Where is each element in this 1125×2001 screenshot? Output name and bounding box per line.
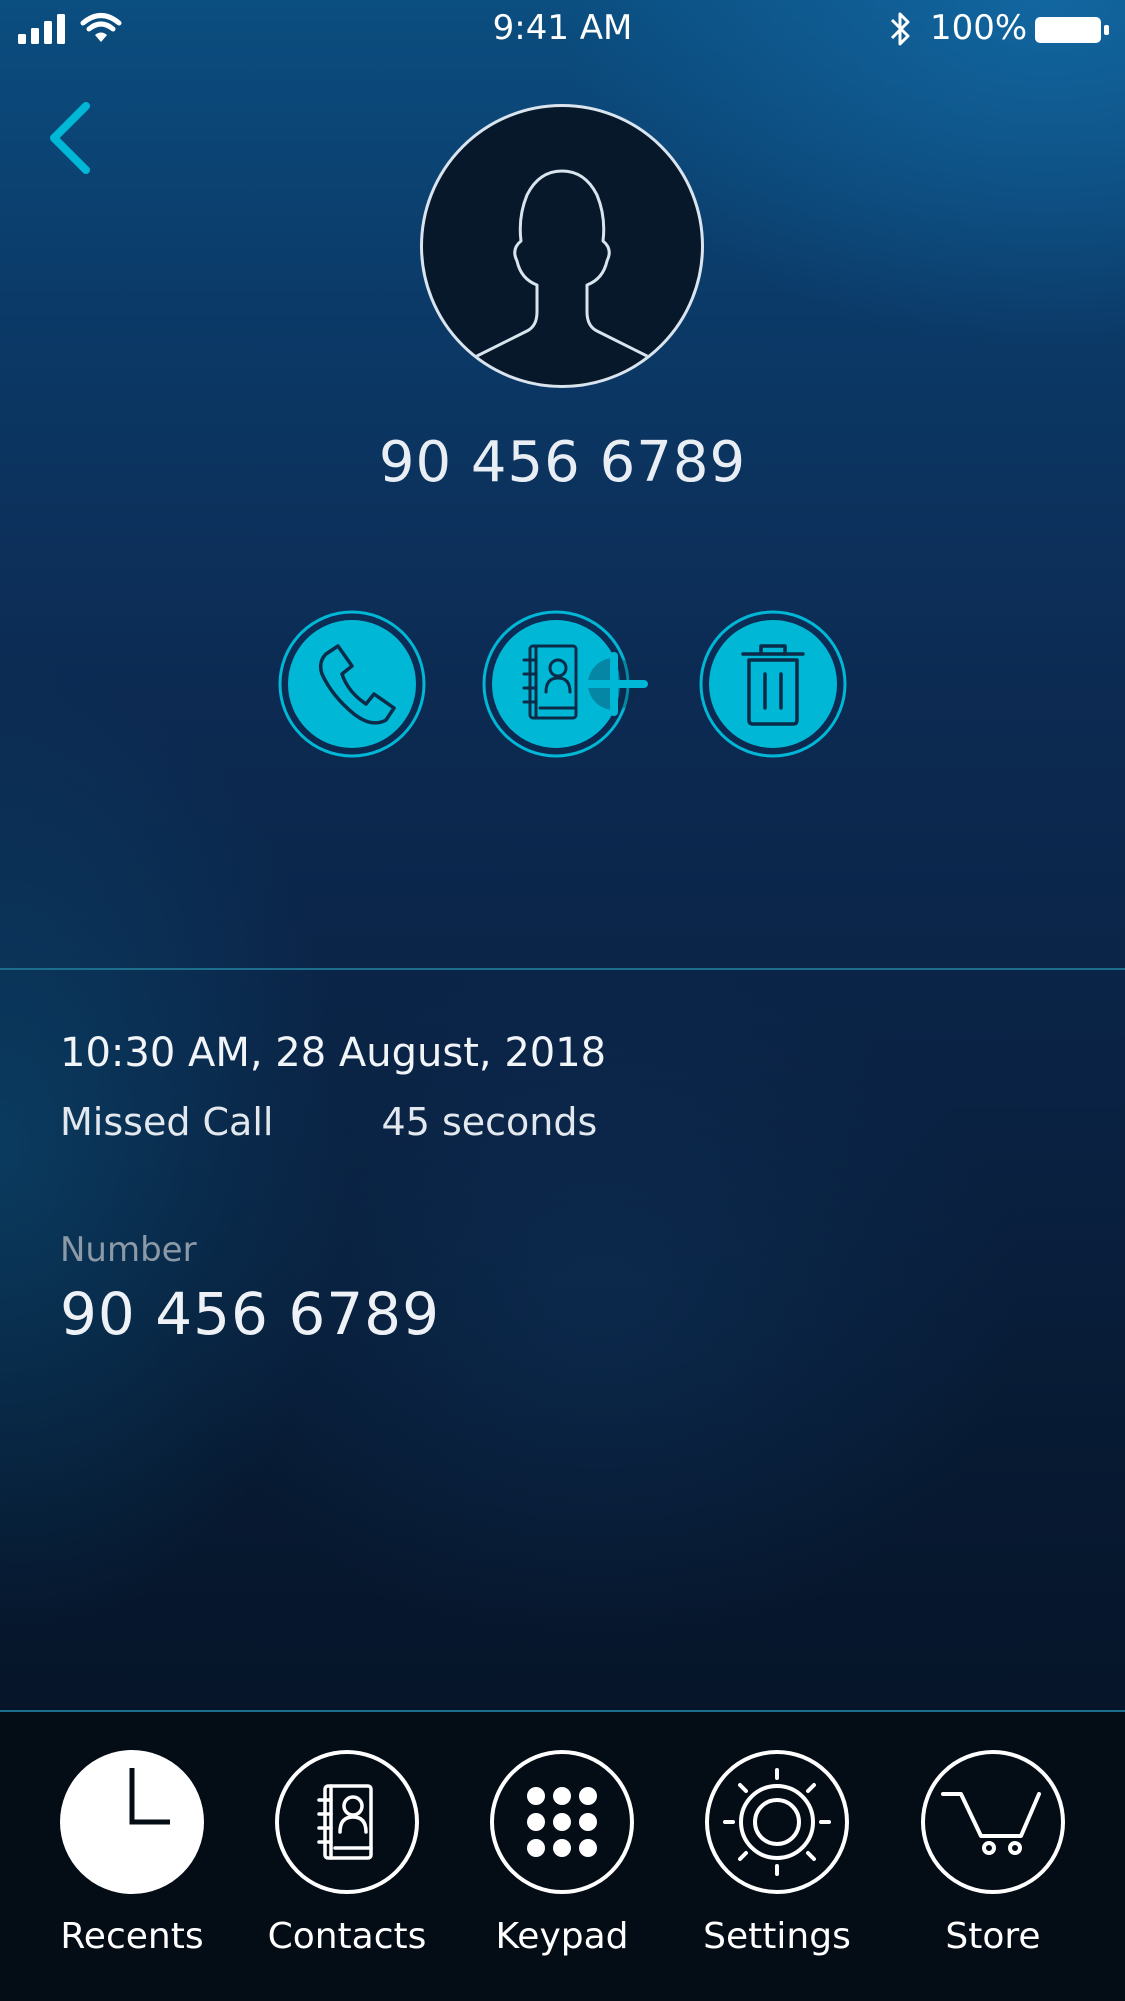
tab-label: Recents: [60, 1916, 204, 1957]
header-phone-number: 90 456 6789: [378, 430, 747, 495]
number-label: Number: [60, 1230, 197, 1270]
tab-store[interactable]: Store: [908, 1748, 1078, 1957]
call-duration: 45 seconds: [381, 1100, 598, 1144]
call-type: Missed Call: [60, 1100, 274, 1144]
tab-label: Store: [945, 1916, 1041, 1957]
number-value[interactable]: 90 456 6789: [60, 1280, 440, 1348]
tab-label: Settings: [703, 1916, 851, 1957]
cart-icon: [921, 1750, 1065, 1894]
keypad-icon: [490, 1750, 634, 1894]
avatar: [420, 104, 704, 388]
back-chevron-icon[interactable]: [44, 100, 104, 176]
battery-icon: [1035, 17, 1109, 43]
tab-label: Keypad: [495, 1916, 629, 1957]
bluetooth-icon: [890, 12, 910, 46]
call-button[interactable]: [276, 608, 428, 760]
call-datetime: 10:30 AM, 28 August, 2018: [60, 1030, 607, 1076]
call-info-row: Missed Call 45 seconds: [60, 1100, 1060, 1144]
section-divider: [0, 968, 1125, 970]
battery-percent: 100%: [930, 8, 1028, 48]
call-details: 10:30 AM, 28 August, 2018 Missed Call 45…: [60, 1030, 1060, 1348]
tab-keypad[interactable]: Keypad: [477, 1748, 647, 1957]
add-to-contacts-button[interactable]: [480, 608, 680, 760]
tab-contacts[interactable]: Contacts: [262, 1748, 432, 1957]
gear-icon: [705, 1750, 849, 1894]
clock-icon: [60, 1750, 204, 1894]
contacts-icon: [275, 1750, 419, 1894]
status-bar: 9:41 AM 100%: [0, 0, 1125, 58]
tab-settings[interactable]: Settings: [692, 1748, 862, 1957]
tab-bar: Recents Contacts Keypad Settings Store: [0, 1712, 1125, 2001]
tab-label: Contacts: [267, 1916, 427, 1957]
tab-recents[interactable]: Recents: [47, 1748, 217, 1957]
person-silhouette-icon: [470, 169, 654, 361]
delete-button[interactable]: [697, 608, 849, 760]
call-detail-screen: 9:41 AM 100% 90 456 6789 10:30 AM, 28 Au…: [0, 0, 1125, 2001]
